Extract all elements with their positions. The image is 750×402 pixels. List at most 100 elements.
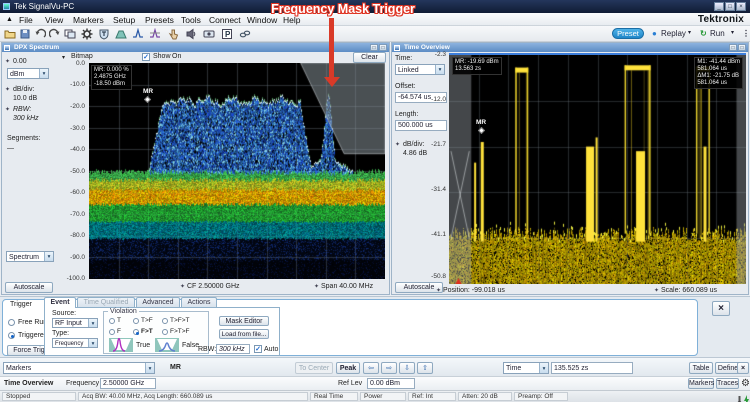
- menu-presets[interactable]: Presets: [142, 14, 177, 26]
- touch-icon[interactable]: [166, 27, 180, 41]
- violation-t-radio[interactable]: [109, 318, 115, 324]
- traces-panel-button[interactable]: Traces: [716, 378, 739, 389]
- dpx-unit-select[interactable]: dBm ▾: [7, 68, 49, 79]
- dpx-ref-value[interactable]: 0.00: [13, 58, 27, 65]
- time-restore-button[interactable]: □: [729, 44, 737, 51]
- time-maximize-button[interactable]: □: [738, 44, 746, 51]
- markers-dropdown-icon[interactable]: ▾: [145, 363, 154, 373]
- violation-tft-label[interactable]: T>F>T: [170, 317, 190, 324]
- dpx-show-checkbox[interactable]: ✓: [142, 53, 150, 61]
- trigger-shield-icon[interactable]: [97, 27, 111, 41]
- violation-ftf-label[interactable]: F>T>F: [170, 328, 190, 335]
- preset-p-icon[interactable]: P: [220, 27, 234, 41]
- violation-ftf-radio[interactable]: [162, 329, 168, 335]
- type-dropdown-icon[interactable]: ▾: [88, 339, 97, 347]
- waveform-icon[interactable]: [131, 27, 145, 41]
- save-icon[interactable]: [18, 27, 32, 41]
- tab-time-qualified[interactable]: Time Qualified: [77, 297, 135, 307]
- triggered-radio[interactable]: [8, 332, 15, 339]
- undo-icon[interactable]: [33, 27, 47, 41]
- display-capture-icon[interactable]: [202, 27, 216, 41]
- replay-dropdown-icon[interactable]: ▾: [688, 29, 691, 36]
- markers-close-button[interactable]: ×: [737, 362, 749, 374]
- app-menu-icon[interactable]: ▲: [3, 15, 16, 24]
- mask-icon[interactable]: [114, 27, 128, 41]
- violation-tft-radio[interactable]: [162, 318, 168, 324]
- frequency-field[interactable]: 2.50000 GHz: [100, 378, 156, 389]
- marker-table-button[interactable]: Table: [689, 362, 713, 374]
- run-dropdown-icon[interactable]: ▾: [731, 29, 734, 36]
- tab-actions[interactable]: Actions: [181, 297, 217, 307]
- dpx-trace-dropdown-icon[interactable]: ▾: [44, 252, 53, 261]
- menu-view[interactable]: View: [42, 14, 66, 26]
- link-icon[interactable]: [238, 27, 252, 41]
- dpx-clear-button[interactable]: Clear: [353, 52, 386, 63]
- violation-ft-label[interactable]: F>T: [141, 328, 153, 335]
- preset-button[interactable]: Preset: [612, 28, 644, 39]
- peak-button[interactable]: Peak: [336, 362, 360, 374]
- displays-icon[interactable]: [63, 27, 77, 41]
- rbw-auto-label[interactable]: Auto: [264, 346, 278, 353]
- marker-readout-mode-select[interactable]: Time ▾: [503, 362, 549, 374]
- close-button[interactable]: ×: [736, 2, 746, 11]
- menu-markers[interactable]: Markers: [70, 14, 107, 26]
- marker-time-field[interactable]: 135.525 zs: [551, 362, 633, 374]
- violation-t-label[interactable]: T: [117, 317, 121, 324]
- violation-f-radio[interactable]: [109, 329, 115, 335]
- settings-gear-icon[interactable]: [80, 27, 94, 41]
- dpx-trace-select[interactable]: Spectrum ▾: [6, 251, 54, 262]
- dpx-unit-dropdown-icon[interactable]: ▾: [39, 69, 48, 78]
- dpx-rbw-value[interactable]: 300 kHz: [13, 115, 39, 122]
- dpx-maximize-button[interactable]: □: [379, 44, 387, 51]
- peak-higher-button[interactable]: ⇧: [417, 362, 433, 374]
- time-length-field[interactable]: 500.000 us: [395, 120, 447, 131]
- time-linked-dropdown-icon[interactable]: ▾: [435, 65, 444, 74]
- open-folder-icon[interactable]: [3, 27, 17, 41]
- violation-tf-label[interactable]: T>F: [141, 317, 153, 324]
- replay-button[interactable]: Replay: [661, 29, 686, 38]
- violation-ft-radio[interactable]: [133, 329, 139, 335]
- more-menu-icon[interactable]: ⋮: [742, 29, 750, 38]
- run-button[interactable]: Run: [710, 29, 725, 38]
- menu-tools[interactable]: Tools: [178, 14, 204, 26]
- mask-editor-button[interactable]: Mask Editor: [219, 316, 269, 326]
- source-dropdown-icon[interactable]: ▾: [88, 319, 97, 327]
- trigger-panel-close-button[interactable]: ×: [712, 301, 730, 316]
- violation-f-label[interactable]: F: [117, 328, 121, 335]
- free-run-radio[interactable]: [8, 319, 15, 326]
- rbw-auto-checkbox[interactable]: ✓: [254, 345, 262, 353]
- dpx-chart[interactable]: MR: 0.000 % 2.4875 GHz -18.50 dBm MR: [89, 63, 385, 279]
- trigger-rbw-field[interactable]: 300 kHz: [216, 344, 250, 354]
- markers-select[interactable]: Markers ▾: [3, 362, 155, 374]
- load-from-file-button[interactable]: Load from file...: [219, 329, 269, 339]
- peak-right-button[interactable]: ⇨: [381, 362, 397, 374]
- redo-icon[interactable]: [48, 27, 62, 41]
- markers-panel-button[interactable]: Markers: [688, 378, 714, 389]
- free-run-label[interactable]: Free Run: [18, 319, 47, 326]
- type-select[interactable]: Frequency Mask ▾: [52, 338, 98, 348]
- dpx-dbdiv-value[interactable]: 10.0 dB: [13, 95, 37, 102]
- time-dbdiv-value[interactable]: 4.86 dB: [403, 150, 427, 157]
- ref-lev-field[interactable]: 0.00 dBm: [367, 378, 415, 389]
- speaker-icon[interactable]: [184, 27, 198, 41]
- time-linked-select[interactable]: Linked ▾: [395, 64, 445, 75]
- menu-connect[interactable]: Connect: [206, 14, 244, 26]
- tab-event[interactable]: Event: [44, 297, 76, 308]
- dpx-show-state[interactable]: On: [172, 53, 181, 60]
- tab-advanced[interactable]: Advanced: [136, 297, 180, 307]
- maximize-button[interactable]: □: [725, 2, 735, 11]
- menu-setup[interactable]: Setup: [110, 14, 138, 26]
- peak-left-button[interactable]: ⇦: [363, 362, 379, 374]
- dpx-autoscale-button[interactable]: Autoscale: [5, 282, 53, 293]
- waveform-overlay-icon[interactable]: [148, 27, 162, 41]
- minimize-button[interactable]: _: [714, 2, 724, 11]
- dpx-restore-button[interactable]: □: [370, 44, 378, 51]
- peak-lower-button[interactable]: ⇩: [399, 362, 415, 374]
- violation-tf-radio[interactable]: [133, 318, 139, 324]
- settings-gear2-icon[interactable]: ⚙: [741, 378, 750, 389]
- to-center-button[interactable]: To Center: [295, 362, 333, 374]
- menu-file[interactable]: File: [16, 14, 36, 26]
- dpx-bitmap-mode[interactable]: Bitmap: [71, 53, 93, 60]
- time-chart[interactable]: MR: -19.69 dBm 13.563 zs M1: -41.44 dBm …: [449, 53, 746, 284]
- marker-readout-dropdown-icon[interactable]: ▾: [539, 363, 548, 373]
